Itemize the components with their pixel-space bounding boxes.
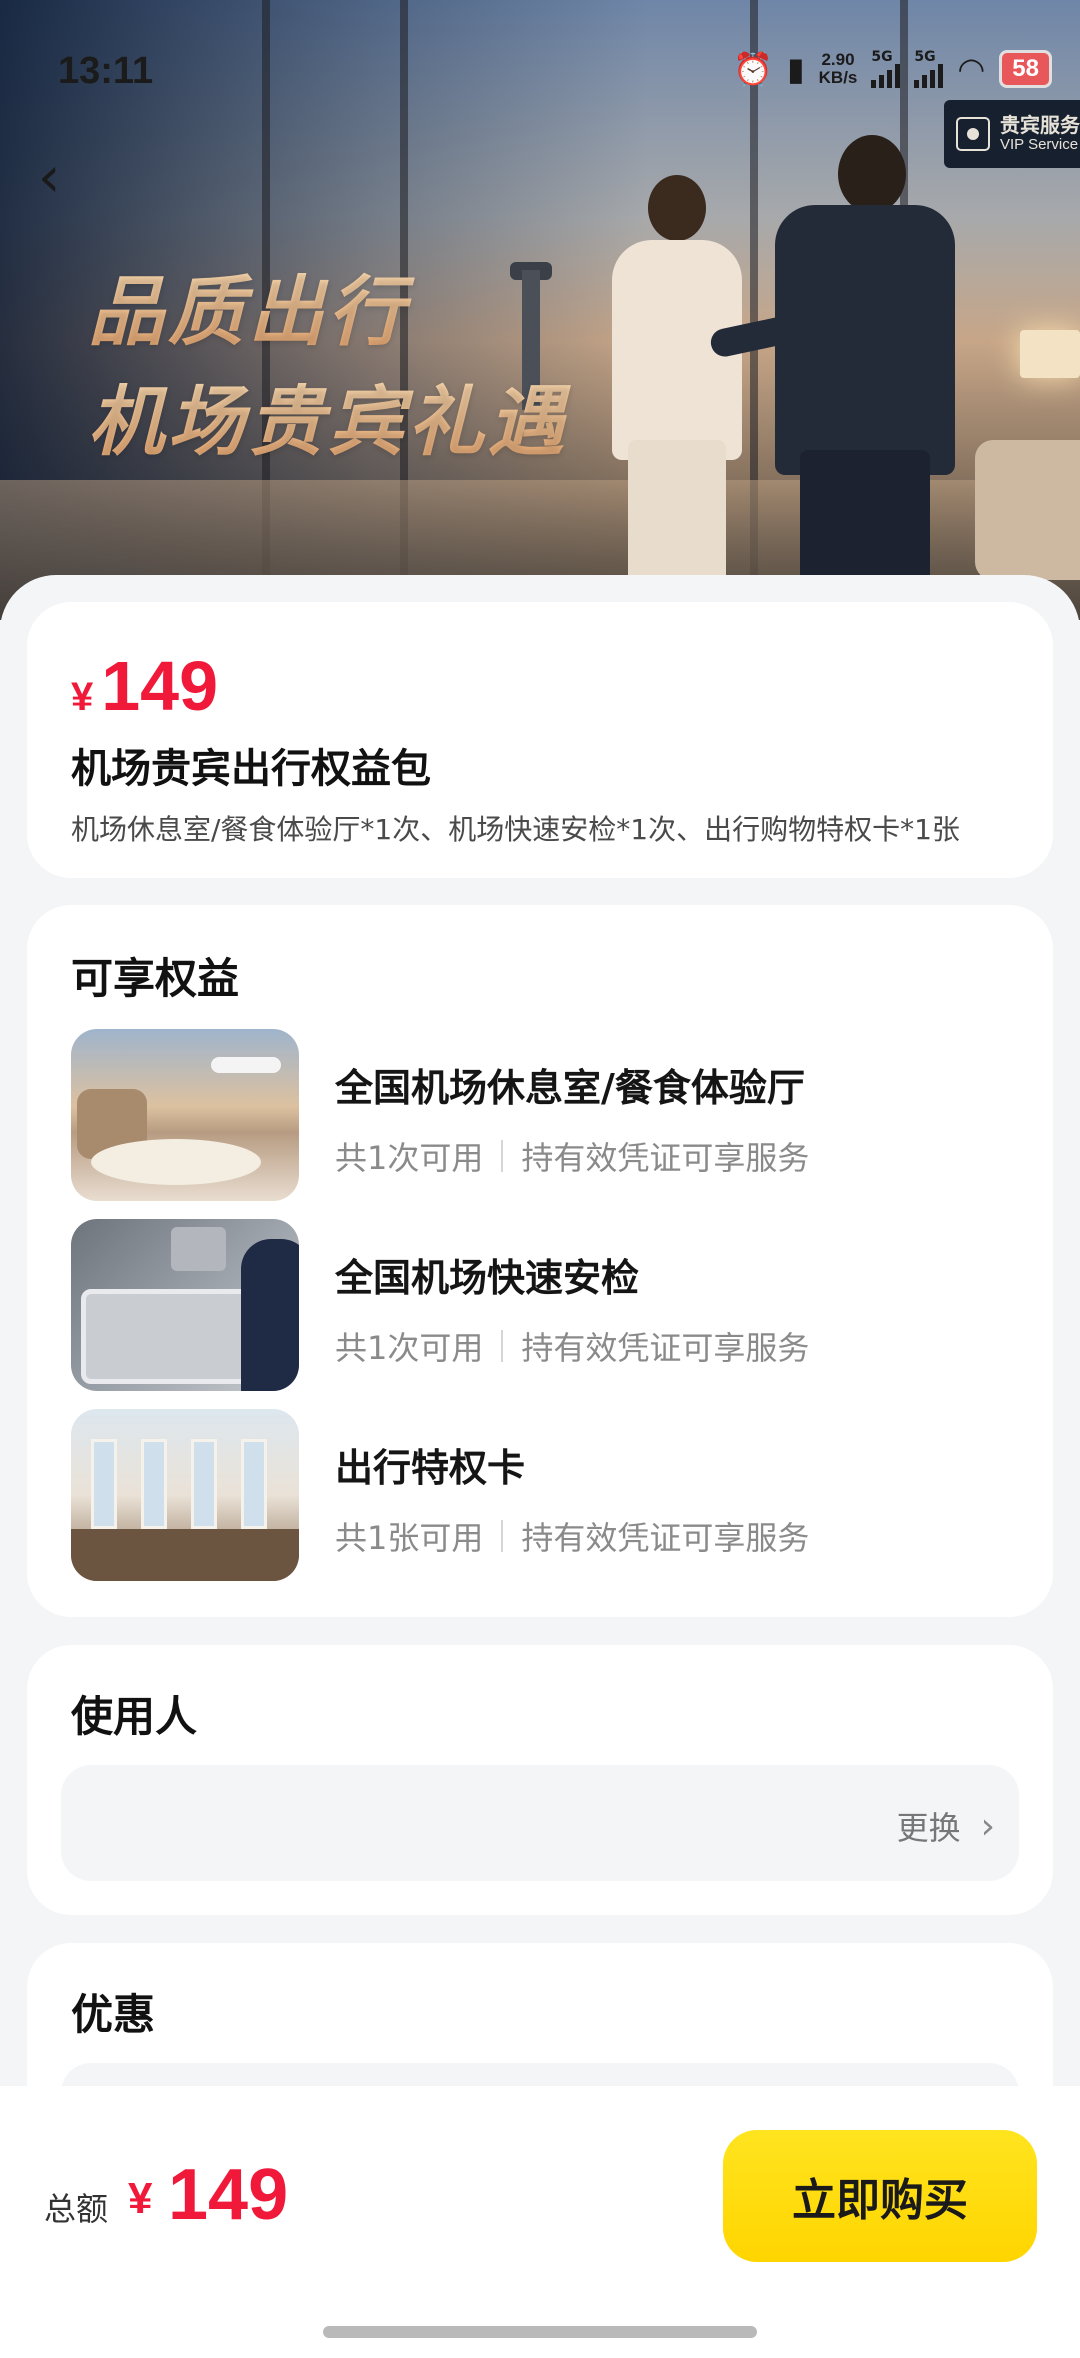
- net-speed-unit: KB/s: [818, 68, 858, 87]
- man-figure-legs: [800, 450, 930, 590]
- hero-title-line2: 机场贵宾礼遇: [88, 360, 648, 470]
- chevron-left-icon: ‹: [38, 145, 61, 210]
- lounge-image: [71, 1029, 299, 1201]
- vip-sign-cn: 贵宾服务: [1000, 114, 1080, 137]
- security-check-image: [71, 1219, 299, 1391]
- total-currency: ¥: [128, 2174, 153, 2223]
- shopping-image: [71, 1409, 299, 1581]
- divider: [501, 1520, 504, 1552]
- sim2-label: 5G: [914, 49, 936, 65]
- package-name: 机场贵宾出行权益包: [71, 746, 431, 792]
- benefits-title: 可享权益: [71, 954, 240, 1003]
- package-description: 机场休息室/餐食体验厅*1次、机场快速安检*1次、出行购物特权卡*1张: [71, 813, 960, 846]
- hero-title-line1: 品质出行: [88, 250, 648, 360]
- benefit-count: 共1次可用: [335, 1139, 484, 1177]
- sofa: [975, 440, 1080, 580]
- home-indicator[interactable]: [323, 2326, 757, 2338]
- user-title: 使用人: [71, 1692, 198, 1741]
- vip-service-sign: 贵宾服务 VIP Service: [944, 100, 1080, 168]
- benefit-count: 共1次可用: [335, 1329, 484, 1367]
- buy-now-button[interactable]: 立即购买: [723, 2130, 1037, 2262]
- price-value: 149: [101, 647, 219, 725]
- benefit-item-security[interactable]: 全国机场快速安检 共1次可用 持有效凭证可享服务: [71, 1219, 1011, 1391]
- vibrate-icon: ▮: [787, 50, 805, 88]
- benefit-title: 全国机场快速安检: [335, 1256, 640, 1300]
- user-card: 使用人 更换 ›: [27, 1645, 1053, 1915]
- man-figure-head: [838, 135, 906, 213]
- checkout-bar: 总额 ¥ 149 立即购买: [0, 2086, 1080, 2358]
- signal-icon-sim2: 5G: [914, 49, 944, 88]
- lamp: [1020, 330, 1080, 378]
- benefit-item-lounge[interactable]: 全国机场休息室/餐食体验厅 共1次可用 持有效凭证可享服务: [71, 1029, 1011, 1201]
- vip-sign-en: VIP Service: [1000, 135, 1079, 153]
- benefits-card: 可享权益 全国机场休息室/餐食体验厅 共1次可用 持有效凭证可享服务 全国机场快…: [27, 905, 1053, 1617]
- total-label: 总额: [44, 2190, 109, 2228]
- back-button[interactable]: ‹: [38, 148, 78, 208]
- battery-indicator: 58: [999, 50, 1052, 88]
- product-price: ¥ 149: [71, 646, 218, 726]
- benefit-item-privilege-card[interactable]: 出行特权卡 共1张可用 持有效凭证可享服务: [71, 1409, 1011, 1581]
- status-bar: 13:11 ⏰ ▮ 2.90 KB/s 5G 5G ◠ 58: [0, 44, 1080, 104]
- wifi-icon: ◠: [957, 50, 986, 88]
- divider: [501, 1330, 504, 1362]
- woman-figure-head: [648, 175, 706, 241]
- discount-title: 优惠: [71, 1990, 156, 2039]
- change-label: 更换: [896, 1809, 961, 1847]
- divider: [501, 1140, 504, 1172]
- benefit-title: 出行特权卡: [335, 1446, 526, 1490]
- change-user-button[interactable]: 更换 ›: [897, 1803, 995, 1849]
- alarm-icon: ⏰: [733, 50, 774, 88]
- status-time: 13:11: [58, 50, 154, 92]
- benefit-note: 持有效凭证可享服务: [521, 1519, 810, 1557]
- benefit-title: 全国机场休息室/餐食体验厅: [335, 1066, 805, 1110]
- product-summary-card: ¥ 149 机场贵宾出行权益包 机场休息室/餐食体验厅*1次、机场快速安检*1次…: [27, 602, 1053, 878]
- network-speed: 2.90 KB/s: [819, 51, 858, 87]
- benefit-note: 持有效凭证可享服务: [521, 1139, 810, 1177]
- person-icon: [956, 117, 990, 151]
- benefit-count: 共1张可用: [335, 1519, 484, 1557]
- net-speed-value: 2.90: [821, 50, 855, 70]
- chevron-right-icon: ›: [980, 1805, 995, 1847]
- total-value: 149: [168, 2155, 289, 2235]
- price-currency: ¥: [71, 675, 94, 719]
- sim1-label: 5G: [871, 49, 893, 65]
- benefit-note: 持有效凭证可享服务: [521, 1329, 810, 1367]
- user-selector[interactable]: 更换 ›: [61, 1765, 1019, 1881]
- signal-icon-sim1: 5G: [871, 49, 901, 88]
